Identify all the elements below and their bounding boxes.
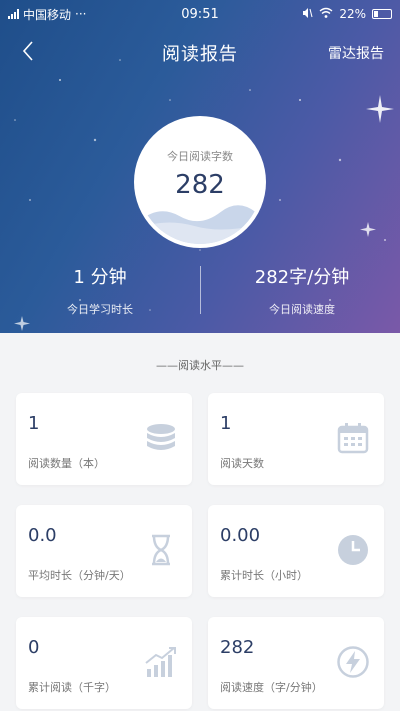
status-bar: 中国移动 ··· 09:51 22%: [0, 0, 400, 28]
carrier-name: 中国移动: [23, 7, 72, 22]
card-reading-speed: 282 阅读速度（字/分钟）: [208, 617, 384, 709]
reading-speed-label: 今日阅读速度: [269, 303, 335, 316]
today-words-value: 282: [175, 170, 225, 200]
radar-report-link[interactable]: 雷达报告: [328, 43, 384, 63]
card-label: 阅读数量（本）: [28, 457, 105, 470]
growth-chart-icon: [144, 645, 178, 679]
card-reading-days: 1 阅读天数: [208, 393, 384, 485]
nav-bar: 阅读报告 雷达报告: [0, 30, 400, 74]
card-label: 阅读速度（字/分钟）: [220, 681, 323, 694]
card-total-time: 0.00 累计时长（小时）: [208, 505, 384, 597]
wifi-icon: [319, 7, 333, 22]
hourglass-icon: [144, 533, 178, 567]
card-value: 0: [28, 637, 40, 658]
today-words-circle: 今日阅读字数 282: [134, 116, 266, 248]
wave-decoration: [138, 205, 262, 244]
study-time-label: 今日学习时长: [67, 303, 133, 316]
report-header: 中国移动 ··· 09:51 22% 阅读报告 雷达报告 今日阅读字数 282: [0, 0, 400, 333]
today-words-label: 今日阅读字数: [167, 150, 233, 163]
stat-divider: [200, 266, 201, 314]
study-time-stat: 1 分钟 今日学习时长: [40, 263, 160, 317]
card-reading-count: 1 阅读数量（本）: [16, 393, 192, 485]
card-value: 1: [220, 413, 232, 434]
section-title: ——阅读水平——: [156, 359, 244, 372]
card-value: 0.0: [28, 525, 57, 546]
database-icon: [144, 421, 178, 455]
lightning-icon: [336, 645, 370, 679]
card-value: 0.00: [220, 525, 261, 546]
more-dots: ···: [75, 7, 87, 21]
card-label: 累计时长（小时）: [220, 569, 308, 582]
card-label: 累计阅读（千字）: [28, 681, 116, 694]
card-label: 平均时长（分钟/天）: [28, 569, 131, 582]
study-time-value: 1 分钟: [73, 267, 127, 288]
card-average-time: 0.0 平均时长（分钟/天）: [16, 505, 192, 597]
reading-speed-stat: 282字/分钟 今日阅读速度: [222, 263, 382, 317]
battery-icon: [372, 9, 392, 19]
card-label: 阅读天数: [220, 457, 264, 470]
mute-icon: [301, 7, 313, 22]
card-total-reading: 0 累计阅读（千字）: [16, 617, 192, 709]
signal-icon: [8, 9, 19, 19]
card-value: 282: [220, 637, 255, 658]
calendar-icon: [336, 421, 370, 455]
card-value: 1: [28, 413, 40, 434]
clock-icon: [336, 533, 370, 567]
reading-speed-value: 282字/分钟: [254, 267, 350, 288]
battery-percent: 22%: [339, 7, 366, 21]
